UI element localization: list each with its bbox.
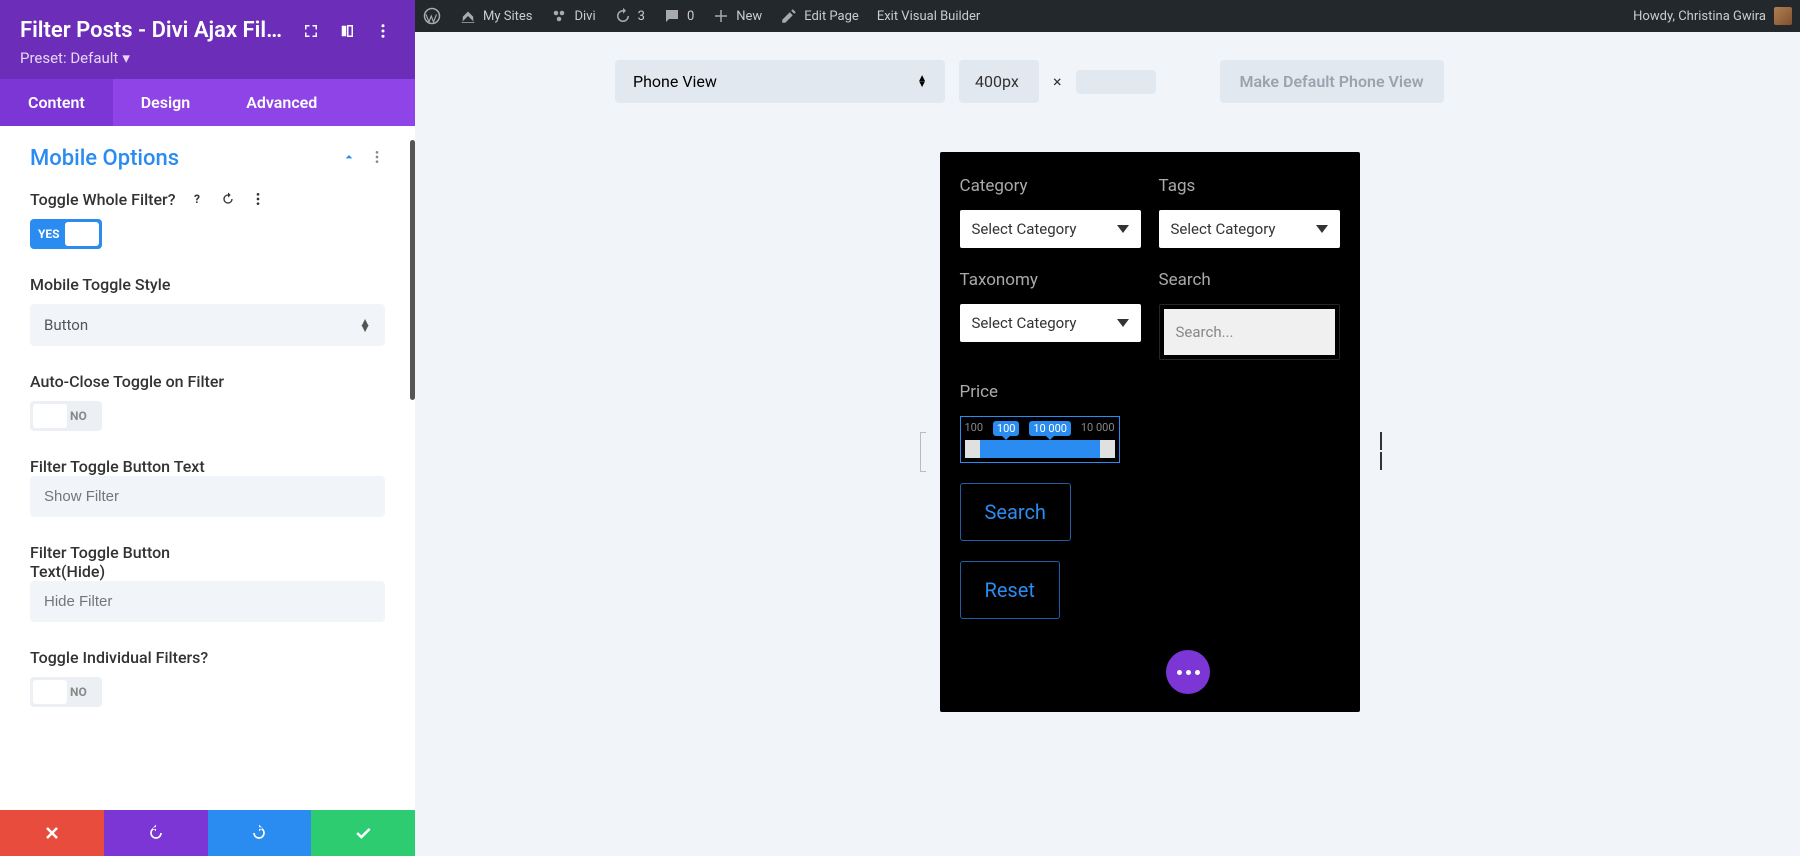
label-toggle-individual: Toggle Individual Filters? — [30, 648, 385, 667]
edit-page-link[interactable]: Edit Page — [780, 7, 859, 25]
svg-text:?: ? — [194, 192, 200, 206]
panel-body: Mobile Options Toggle Whole Filter? ? YE… — [0, 126, 415, 810]
section-title[interactable]: Mobile Options — [30, 146, 179, 171]
updown-icon: ▲▼ — [917, 76, 927, 88]
price-min-in: 100 — [993, 421, 1020, 436]
mobile-toggle-style-select[interactable]: Button ▲▼ — [30, 304, 385, 346]
taxonomy-select[interactable]: Select Category — [960, 304, 1141, 342]
ruler-right[interactable] — [1380, 432, 1382, 470]
taxonomy-label: Taxonomy — [960, 270, 1141, 290]
comments-link[interactable]: 0 — [663, 7, 694, 25]
input-filter-button-text[interactable] — [30, 476, 385, 517]
tab-content[interactable]: Content — [0, 79, 113, 126]
snap-icon[interactable] — [335, 19, 359, 43]
avatar[interactable] — [1774, 7, 1792, 25]
tab-design[interactable]: Design — [113, 79, 218, 126]
toggle-autoclose[interactable]: NO — [30, 401, 102, 431]
my-sites-link[interactable]: My Sites — [459, 7, 532, 25]
filter-search-button[interactable]: Search — [960, 483, 1071, 541]
label-mobile-style: Mobile Toggle Style — [30, 275, 385, 294]
chevron-down-icon — [1316, 225, 1328, 233]
updates-link[interactable]: 3 — [614, 7, 645, 25]
field-more-icon[interactable] — [248, 189, 268, 209]
chevron-down-icon: ▾ — [122, 49, 130, 67]
height-input[interactable] — [1076, 70, 1156, 94]
category-label: Category — [960, 176, 1141, 196]
tags-label: Tags — [1159, 176, 1340, 196]
reset-icon[interactable] — [218, 189, 238, 209]
responsive-hud: Phone View ▲▼ 400px × Make Default Phone… — [415, 32, 1800, 103]
expand-icon[interactable] — [299, 19, 323, 43]
search-label: Search — [1159, 270, 1340, 290]
label-toggle-whole: Toggle Whole Filter? — [30, 190, 176, 209]
price-slider[interactable]: 100 100 10 000 10 000 — [960, 416, 1120, 463]
chevron-down-icon — [1117, 225, 1129, 233]
undo-button[interactable] — [104, 810, 208, 856]
updown-icon: ▲▼ — [359, 319, 371, 331]
redo-button[interactable] — [208, 810, 312, 856]
toggle-whole-filter[interactable]: YES — [30, 219, 102, 249]
chevron-down-icon — [1117, 319, 1129, 327]
wp-admin-bar: My Sites Divi 3 0 New Edit Page Exit Vis… — [415, 0, 1800, 32]
dimension-x: × — [1053, 72, 1062, 91]
cancel-button[interactable] — [0, 810, 104, 856]
price-label: Price — [960, 382, 1340, 402]
toggle-individual-filters[interactable]: NO — [30, 677, 102, 707]
module-settings-panel: Filter Posts - Divi Ajax Filter... Prese… — [0, 0, 415, 856]
module-options-fab[interactable] — [1166, 650, 1210, 694]
collapse-icon[interactable] — [341, 149, 357, 169]
view-selector[interactable]: Phone View ▲▼ — [615, 60, 945, 103]
tab-advanced[interactable]: Advanced — [218, 79, 345, 126]
panel-actions — [0, 810, 415, 856]
panel-header: Filter Posts - Divi Ajax Filter... Prese… — [0, 0, 415, 79]
search-input[interactable]: Search... — [1164, 309, 1335, 355]
help-icon[interactable]: ? — [188, 189, 208, 209]
panel-title: Filter Posts - Divi Ajax Filter... — [20, 18, 287, 43]
new-content-link[interactable]: New — [712, 7, 762, 25]
price-min-out: 100 — [965, 421, 984, 436]
section-more-icon[interactable] — [369, 149, 385, 169]
label-button-text-hide: Filter Toggle Button Text(Hide) — [30, 543, 190, 581]
save-button[interactable] — [311, 810, 415, 856]
price-max-in: 10 000 — [1029, 421, 1071, 436]
site-name-link[interactable]: Divi — [550, 7, 595, 25]
input-filter-button-text-hide[interactable] — [30, 581, 385, 622]
label-button-text: Filter Toggle Button Text — [30, 457, 385, 476]
price-max-out: 10 000 — [1081, 421, 1115, 436]
preview-stage: Phone View ▲▼ 400px × Make Default Phone… — [415, 32, 1800, 856]
preset-selector[interactable]: Preset: Default▾ — [20, 49, 395, 67]
phone-preview: Category Select Category Tags Select Cat… — [940, 152, 1360, 712]
make-default-button[interactable]: Make Default Phone View — [1220, 60, 1444, 103]
ruler-left[interactable] — [920, 432, 926, 472]
tags-select[interactable]: Select Category — [1159, 210, 1340, 248]
category-select[interactable]: Select Category — [960, 210, 1141, 248]
width-input[interactable]: 400px — [959, 60, 1039, 103]
panel-tabs: Content Design Advanced — [0, 79, 415, 126]
howdy-label[interactable]: Howdy, Christina Gwira — [1633, 9, 1766, 24]
filter-reset-button[interactable]: Reset — [960, 561, 1060, 619]
label-autoclose: Auto-Close Toggle on Filter — [30, 372, 385, 391]
panel-more-icon[interactable] — [371, 19, 395, 43]
wp-logo-icon[interactable] — [423, 7, 441, 25]
exit-visual-builder-link[interactable]: Exit Visual Builder — [877, 9, 980, 24]
